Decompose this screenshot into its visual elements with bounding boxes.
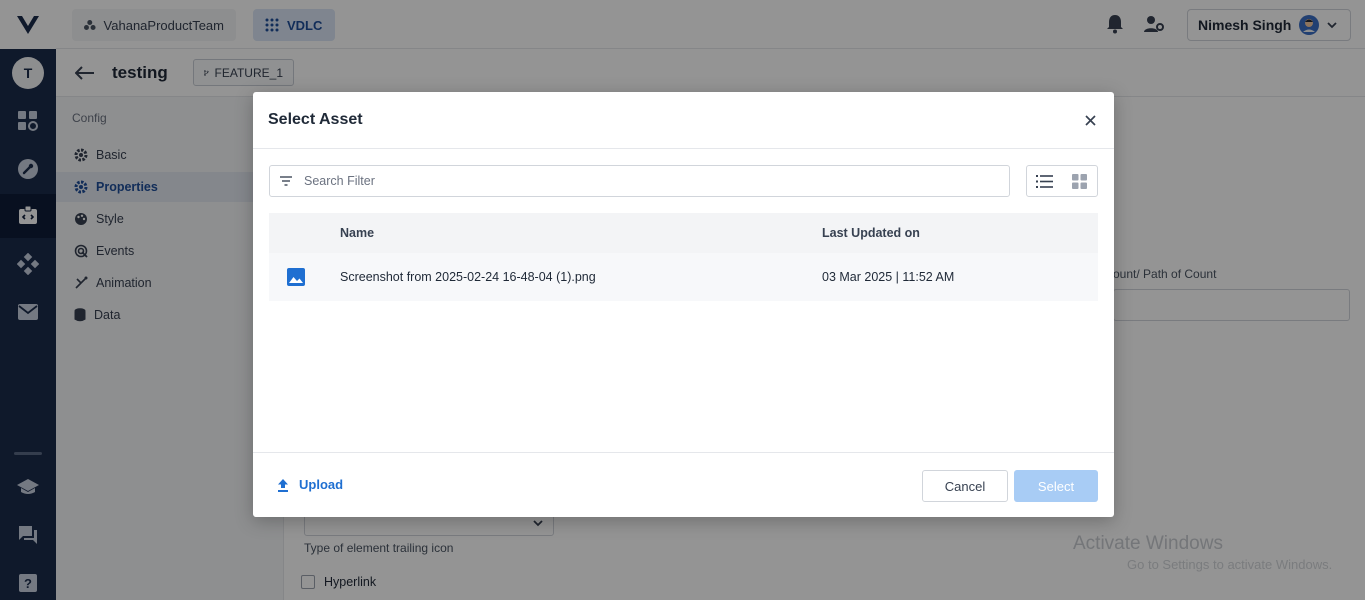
select-asset-modal: Select Asset Search Filter Name Last Upd…	[253, 92, 1114, 517]
close-icon	[1084, 114, 1096, 126]
table-row[interactable]: Screenshot from 2025-02-24 16-48-04 (1).…	[269, 253, 1098, 301]
upload-button[interactable]: Upload	[277, 477, 343, 492]
modal-footer: Upload Cancel Select	[253, 452, 1114, 517]
asset-name: Screenshot from 2025-02-24 16-48-04 (1).…	[340, 270, 596, 284]
view-toggle	[1026, 165, 1098, 197]
image-icon	[287, 268, 305, 286]
search-input[interactable]	[302, 173, 982, 189]
upload-icon	[278, 478, 288, 492]
list-view-icon	[1036, 174, 1053, 188]
grid-view-button[interactable]	[1062, 166, 1097, 196]
table-header: Name Last Updated on	[269, 213, 1098, 253]
grid-view-icon	[1072, 173, 1087, 189]
list-view-button[interactable]	[1027, 166, 1062, 196]
modal-title: Select Asset	[268, 111, 363, 128]
asset-updated: 03 Mar 2025 | 11:52 AM	[822, 270, 955, 284]
asset-thumbnail	[287, 253, 305, 301]
search-filter[interactable]	[269, 165, 1010, 197]
upload-label: Upload	[299, 477, 344, 492]
cancel-button[interactable]: Cancel	[922, 470, 1008, 502]
column-header-name[interactable]: Name	[340, 213, 374, 253]
modal-close-button[interactable]	[1080, 110, 1100, 130]
select-button[interactable]: Select	[1014, 470, 1098, 502]
column-header-updated[interactable]: Last Updated on	[822, 213, 920, 253]
filter-icon	[280, 176, 292, 186]
asset-table: Name Last Updated on Screenshot from 202…	[269, 213, 1098, 301]
modal-header: Select Asset	[253, 92, 1114, 149]
